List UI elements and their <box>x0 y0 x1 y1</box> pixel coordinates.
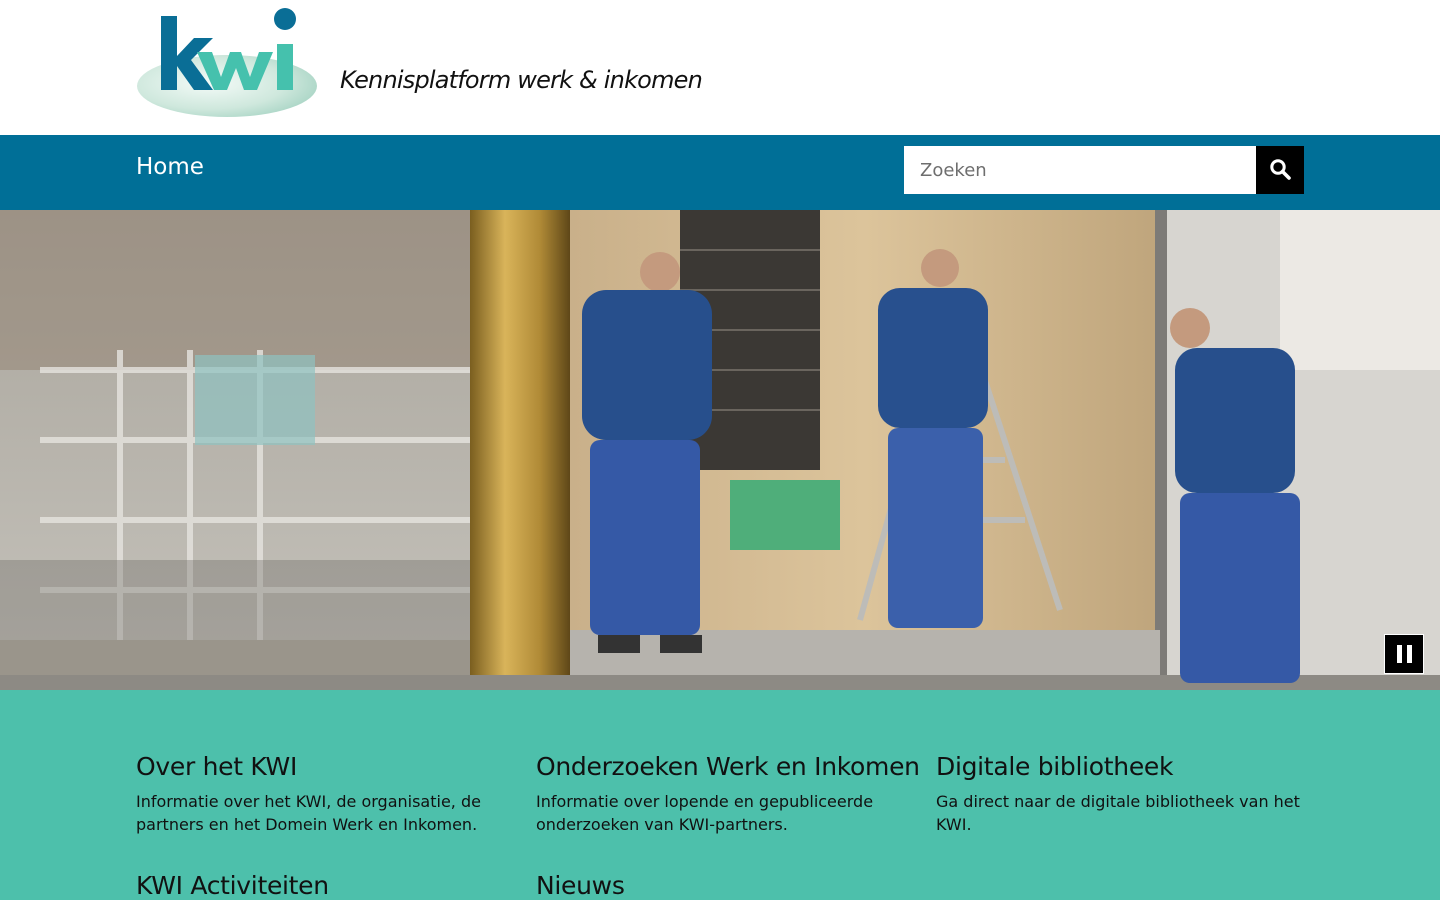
card-digitale-bibliotheek[interactable]: Digitale bibliotheek Ga direct naar de d… <box>936 752 1306 836</box>
services-section: Over het KWI Informatie over het KWI, de… <box>0 690 1440 900</box>
card-title[interactable]: Over het KWI <box>136 752 506 781</box>
carousel-pause-button[interactable] <box>1384 634 1424 674</box>
card-over-het-kwi[interactable]: Over het KWI Informatie over het KWI, de… <box>136 752 506 836</box>
card-onderzoeken[interactable]: Onderzoeken Werk en Inkomen Informatie o… <box>536 752 920 836</box>
card-description: Informatie over lopende en gepubliceerde… <box>536 792 874 834</box>
hero-carousel <box>0 210 1440 690</box>
search-input[interactable] <box>904 146 1256 194</box>
card-description: Informatie over het KWI, de organisatie,… <box>136 792 481 834</box>
card-title[interactable]: KWI Activiteiten <box>136 871 506 900</box>
pause-icon <box>1396 645 1402 663</box>
card-title[interactable]: Digitale bibliotheek <box>936 752 1306 781</box>
site-header: Kennisplatform werk & inkomen <box>0 0 1440 135</box>
card-nieuws[interactable]: Nieuws <box>536 871 906 900</box>
card-kwi-activiteiten[interactable]: KWI Activiteiten <box>136 871 506 900</box>
site-tagline: Kennisplatform werk & inkomen <box>340 66 703 94</box>
nav-home-link[interactable]: Home <box>136 154 204 180</box>
card-title[interactable]: Onderzoeken Werk en Inkomen <box>536 752 920 781</box>
hero-image <box>0 210 1440 690</box>
search-icon <box>1269 158 1291 183</box>
main-navigation: Home <box>0 135 1440 210</box>
card-description: Ga direct naar de digitale bibliotheek v… <box>936 792 1300 834</box>
kwi-logo[interactable] <box>137 6 317 118</box>
card-title[interactable]: Nieuws <box>536 871 906 900</box>
search-button[interactable] <box>1256 146 1304 194</box>
